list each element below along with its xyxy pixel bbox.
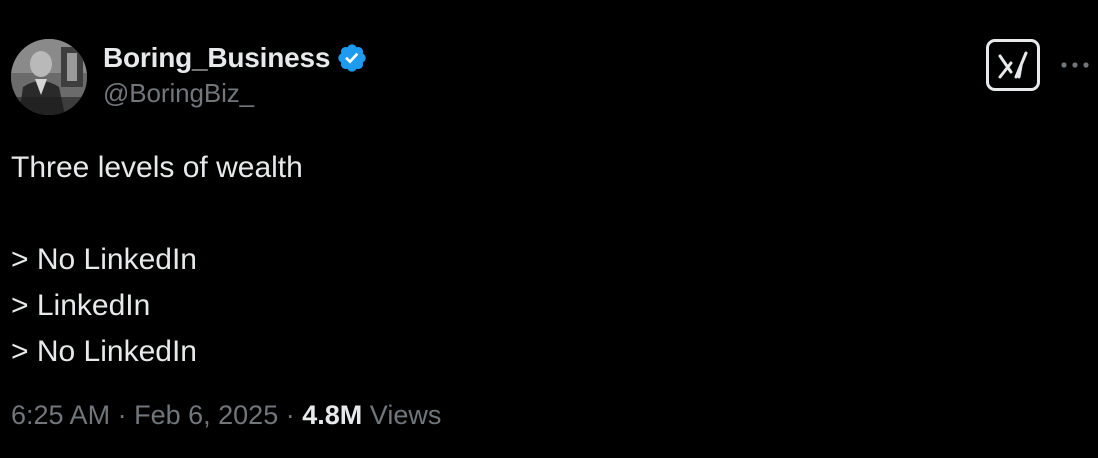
more-options-button[interactable] (1058, 48, 1092, 82)
tweet-line: > LinkedIn (11, 289, 151, 322)
tweet-line: > No LinkedIn (11, 335, 197, 368)
timestamp-date[interactable]: Feb 6, 2025 (134, 400, 278, 430)
more-dots-icon (1061, 62, 1089, 68)
display-name[interactable]: Boring_Business (103, 42, 330, 74)
views-count[interactable]: 4.8M (302, 400, 362, 430)
verified-badge-icon[interactable] (336, 42, 368, 74)
author-info: Boring_Business @BoringBiz_ (103, 40, 368, 109)
views-label: Views (369, 400, 442, 430)
avatar[interactable] (11, 39, 87, 115)
tweet-line: > No LinkedIn (11, 243, 197, 276)
tweet-text: Three levels of wealth > No LinkedIn > L… (11, 145, 303, 375)
tweet-line: Three levels of wealth (11, 151, 303, 184)
tweet-card: Boring_Business @BoringBiz_ Three levels… (0, 0, 1098, 458)
timestamp-time[interactable]: 6:25 AM (11, 400, 110, 430)
meta-separator: · (117, 400, 127, 430)
tweet-meta: 6:25 AM · Feb 6, 2025 · 4.8M Views (11, 400, 441, 431)
avatar-photo-icon (11, 39, 87, 115)
tweet-line (11, 191, 303, 237)
name-row: Boring_Business (103, 40, 368, 76)
handle[interactable]: @BoringBiz_ (103, 78, 368, 109)
grok-button[interactable] (986, 39, 1040, 91)
meta-separator: · (285, 400, 295, 430)
grok-icon (998, 51, 1028, 79)
